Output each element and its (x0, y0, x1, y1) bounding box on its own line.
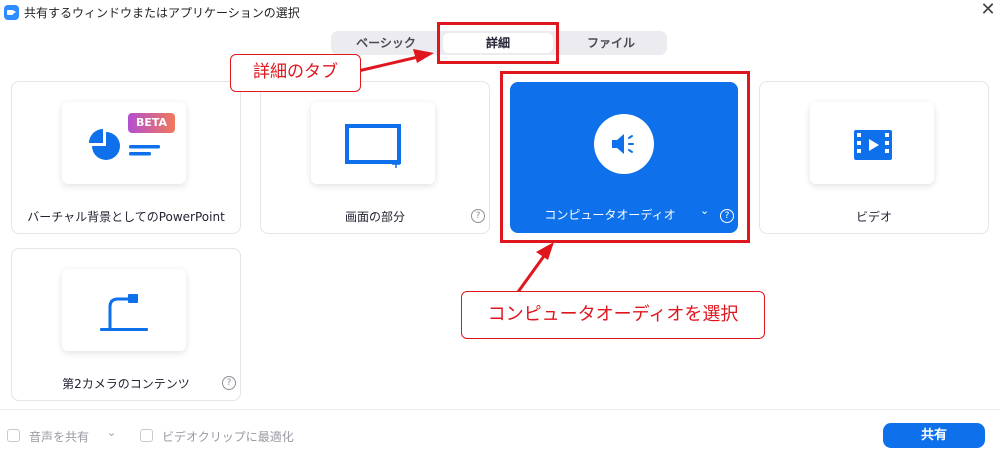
film-icon (854, 130, 892, 160)
powerpoint-label: バーチャル背景としてのPowerPoint (27, 210, 225, 224)
optimize-video-checkbox[interactable] (140, 429, 153, 442)
card-powerpoint[interactable]: BETA バーチャル背景としてのPowerPoint (11, 81, 241, 234)
share-sound-label: 音声を共有 (29, 430, 90, 444)
window-title: 共有するウィンドウまたはアプリケーションの選択 (24, 6, 300, 20)
help-icon[interactable]: ? (222, 376, 236, 390)
tab-file[interactable]: ファイル (555, 31, 667, 55)
card-screen-portion[interactable]: 画面の部分 ? (260, 81, 490, 234)
chevron-down-icon[interactable]: ⌄ (107, 426, 116, 439)
title-bar: 共有するウィンドウまたはアプリケーションの選択 ✕ (0, 0, 1000, 26)
screen-portion-icon (345, 124, 401, 168)
beta-badge: BETA (128, 113, 175, 133)
chevron-down-icon[interactable]: ⌄ (700, 204, 709, 217)
document-camera-icon (100, 294, 148, 331)
share-sound-checkbox[interactable] (7, 429, 20, 442)
footer-divider (0, 409, 1000, 410)
tab-callout: 詳細のタブ (230, 54, 361, 92)
screen-portion-label: 画面の部分 (344, 210, 405, 224)
share-button[interactable]: 共有 (883, 423, 985, 448)
help-icon[interactable]: ? (720, 209, 734, 223)
video-label: ビデオ (855, 210, 892, 224)
screen-portion-thumbnail (311, 102, 435, 184)
tab-advanced[interactable]: 詳細 (443, 33, 553, 53)
powerpoint-thumbnail: BETA (62, 102, 186, 184)
zoom-app-icon (4, 5, 19, 20)
computer-audio-label: コンピュータオーディオ (544, 208, 676, 222)
speaker-icon (594, 114, 654, 174)
tab-basic[interactable]: ベーシック (331, 31, 441, 55)
card-second-camera[interactable]: 第2カメラのコンテンツ ? (11, 248, 241, 401)
card-computer-audio[interactable]: コンピュータオーディオ ⌄ ? (510, 82, 738, 233)
video-thumbnail (810, 102, 934, 184)
close-icon[interactable]: ✕ (978, 0, 998, 20)
optimize-video-label: ビデオクリップに最適化 (162, 430, 294, 444)
tab-bar: ベーシック 詳細 ファイル (331, 31, 667, 55)
card-video[interactable]: ビデオ (759, 81, 989, 234)
second-camera-label: 第2カメラのコンテンツ (62, 377, 190, 391)
audio-callout: コンピュータオーディオを選択 (461, 291, 765, 339)
second-camera-thumbnail (62, 269, 186, 351)
help-icon[interactable]: ? (471, 209, 485, 223)
